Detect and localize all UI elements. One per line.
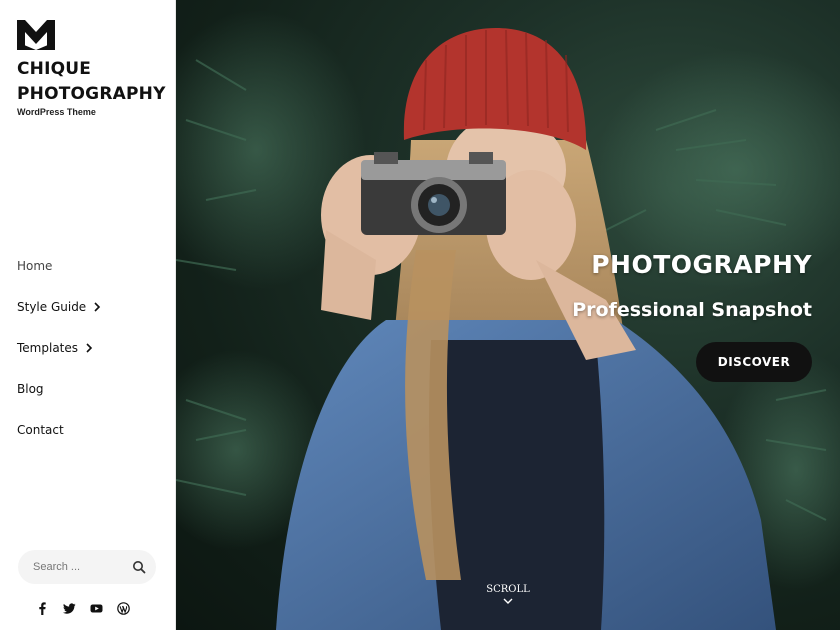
chevron-right-icon bbox=[86, 343, 93, 353]
site-tagline: WordPress Theme bbox=[17, 107, 96, 117]
site-title-line1: CHIQUE bbox=[17, 59, 92, 79]
nav-item-label: Blog bbox=[17, 381, 44, 396]
logo-icon[interactable] bbox=[17, 20, 55, 50]
search-input[interactable] bbox=[33, 561, 132, 573]
social-links bbox=[36, 602, 130, 615]
wordpress-icon[interactable] bbox=[117, 602, 130, 615]
sidebar: CHIQUE PHOTOGRAPHY WordPress Theme Home … bbox=[0, 0, 176, 630]
scroll-label: SCROLL bbox=[486, 584, 530, 595]
hero-banner: PHOTOGRAPHY Professional Snapshot DISCOV… bbox=[176, 0, 840, 630]
chevron-right-icon bbox=[94, 302, 101, 312]
twitter-icon[interactable] bbox=[63, 602, 76, 615]
site-title-line2: PHOTOGRAPHY bbox=[17, 84, 166, 104]
search-box bbox=[18, 550, 156, 584]
main-nav: Home Style Guide Templates Blog Contact bbox=[17, 245, 167, 450]
site-title[interactable]: CHIQUE PHOTOGRAPHY bbox=[17, 57, 167, 107]
chevron-down-icon bbox=[503, 598, 513, 604]
nav-item-style-guide[interactable]: Style Guide bbox=[17, 286, 167, 327]
nav-item-blog[interactable]: Blog bbox=[17, 368, 167, 409]
nav-item-contact[interactable]: Contact bbox=[17, 409, 167, 450]
nav-item-label: Home bbox=[17, 258, 53, 273]
youtube-icon[interactable] bbox=[90, 602, 103, 615]
nav-item-label: Style Guide bbox=[17, 299, 87, 314]
nav-item-label: Contact bbox=[17, 422, 64, 437]
facebook-icon[interactable] bbox=[36, 602, 49, 615]
nav-item-label: Templates bbox=[17, 340, 79, 355]
scroll-indicator[interactable]: SCROLL bbox=[486, 584, 530, 605]
hero-subtitle: Professional Snapshot bbox=[572, 299, 812, 321]
search-icon[interactable] bbox=[132, 560, 146, 574]
nav-item-templates[interactable]: Templates bbox=[17, 327, 167, 368]
hero-title: PHOTOGRAPHY bbox=[591, 250, 812, 279]
nav-item-home[interactable]: Home bbox=[17, 245, 167, 286]
discover-button[interactable]: DISCOVER bbox=[696, 342, 812, 382]
